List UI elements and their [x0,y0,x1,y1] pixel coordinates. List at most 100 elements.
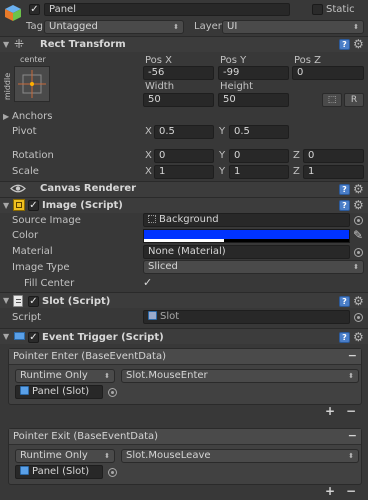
pivot-x-axis-label: X [145,126,152,137]
tag-label: Tag [26,21,43,32]
rotation-x-field[interactable]: 0 [154,149,214,163]
anchors-label[interactable]: Anchors [12,111,52,122]
anchors-foldout-icon[interactable]: ▶ [3,112,9,121]
slot-script-title: Slot (Script) [42,296,111,307]
source-image-label: Source Image [12,215,81,226]
gear-icon[interactable]: ⚙ [353,199,364,211]
runtime-mode-dropdown[interactable]: Runtime Only ⬍ [15,449,115,463]
layer-value: UI [227,21,238,32]
chevron-down-icon: ⬍ [173,23,179,31]
image-type-dropdown[interactable]: Sliced ⬍ [143,260,364,274]
script-icon [13,295,23,307]
image-enabled-checkbox[interactable]: ✓ [28,200,39,211]
image-type-label: Image Type [12,262,70,273]
help-book-icon[interactable]: ? [339,184,350,195]
anchor-preset-button[interactable] [14,66,50,102]
function-dropdown[interactable]: Slot.MouseLeave ⬍ [121,449,359,463]
object-picker-icon[interactable] [108,468,117,477]
event-trigger-title: Event Trigger (Script) [42,332,164,343]
width-field[interactable]: 50 [143,93,214,107]
script-label: Script [12,312,42,323]
static-checkbox[interactable] [312,4,323,15]
foldout-arrow-icon[interactable]: ▼ [3,40,9,49]
target-object-field[interactable]: Panel (Slot) [15,465,103,479]
pivot-x-field[interactable]: 0.5 [154,125,214,139]
pos-z-header: Pos Z [294,55,322,66]
color-label: Color [12,230,39,241]
height-field[interactable]: 50 [218,93,289,107]
width-label: Width [145,81,175,92]
fill-center-label: Fill Center [24,278,75,289]
target-object-field[interactable]: Panel (Slot) [15,385,103,399]
pos-x-field[interactable]: -56 [143,66,214,80]
scale-z-field[interactable]: 1 [303,165,364,179]
pivot-y-axis-label: Y [219,126,226,137]
remove-listener-button[interactable]: − [346,484,356,498]
scale-label: Scale [12,166,39,177]
script-field: Slot [143,310,350,324]
pos-x-header: Pos X [145,55,173,66]
object-picker-icon[interactable] [354,313,363,322]
rect-transform-title: Rect Transform [40,39,126,50]
color-swatch[interactable] [143,229,350,243]
raw-edit-button[interactable]: R [344,93,364,107]
sprite-icon [148,215,156,223]
rotation-y-field[interactable]: 0 [229,149,289,163]
fill-center-checkbox[interactable]: ✓ [143,276,152,289]
image-type-value: Sliced [148,261,178,272]
slot-enabled-checkbox[interactable]: ✓ [28,296,39,307]
remove-entry-button[interactable]: − [348,429,357,442]
gameobject-icon [4,4,22,22]
pos-y-header: Pos Y [220,55,247,66]
foldout-arrow-icon[interactable]: ▼ [3,296,9,305]
active-checkbox[interactable]: ✓ [29,4,40,15]
scale-z-axis-label: Z [293,166,300,177]
pivot-y-field[interactable]: 0.5 [229,125,289,139]
scale-y-field[interactable]: 1 [229,165,289,179]
gear-icon[interactable]: ⚙ [353,295,364,307]
static-label: Static [326,4,355,15]
layer-dropdown[interactable]: UI ⬍ [222,20,364,34]
object-picker-icon[interactable] [354,248,363,257]
add-listener-button[interactable]: + [325,484,335,498]
foldout-arrow-icon[interactable]: ▼ [3,332,9,341]
runtime-mode-dropdown[interactable]: Runtime Only ⬍ [15,369,115,383]
eyedropper-icon[interactable]: ✎ [353,229,363,241]
rotation-z-field[interactable]: 0 [303,149,364,163]
event-trigger-icon [14,332,25,340]
gear-icon[interactable]: ⚙ [353,331,364,343]
chevron-down-icon: ⬍ [348,372,354,380]
rot-z-axis-label: Z [293,150,300,161]
runtime-mode-value: Runtime Only [20,450,88,461]
help-book-icon[interactable]: ? [339,200,350,211]
pos-z-field[interactable]: 0 [292,66,364,80]
rect-transform-icon: ⁜ [14,37,25,51]
name-field[interactable]: Panel [44,3,290,16]
function-dropdown[interactable]: Slot.MouseEnter ⬍ [121,369,359,383]
chevron-down-icon: ⬍ [353,23,359,31]
source-image-field[interactable]: Background [143,213,350,227]
tag-value: Untagged [49,21,98,32]
blueprint-mode-button[interactable]: ⬚ [322,93,342,107]
remove-listener-button[interactable]: − [346,404,356,418]
chevron-down-icon: ⬍ [348,452,354,460]
tag-dropdown[interactable]: Untagged ⬍ [44,20,184,34]
event-entry-title: Pointer Exit (BaseEventData) [9,429,361,445]
gear-icon[interactable]: ⚙ [353,38,364,50]
object-picker-icon[interactable] [108,388,117,397]
foldout-arrow-icon[interactable]: ▼ [3,201,9,210]
remove-entry-button[interactable]: − [348,349,357,362]
event-entry-pointer-exit: Pointer Exit (BaseEventData) − Runtime O… [8,428,362,485]
rot-y-axis-label: Y [219,150,226,161]
pos-y-field[interactable]: -99 [218,66,289,80]
object-picker-icon[interactable] [354,216,363,225]
scale-x-field[interactable]: 1 [154,165,214,179]
material-field[interactable]: None (Material) [143,245,350,259]
gear-icon[interactable]: ⚙ [353,183,364,195]
function-value: Slot.MouseLeave [126,450,211,461]
help-book-icon[interactable]: ? [339,39,350,50]
add-listener-button[interactable]: + [325,404,335,418]
help-book-icon[interactable]: ? [339,296,350,307]
help-book-icon[interactable]: ? [339,332,350,343]
event-trigger-enabled-checkbox[interactable]: ✓ [28,332,39,343]
